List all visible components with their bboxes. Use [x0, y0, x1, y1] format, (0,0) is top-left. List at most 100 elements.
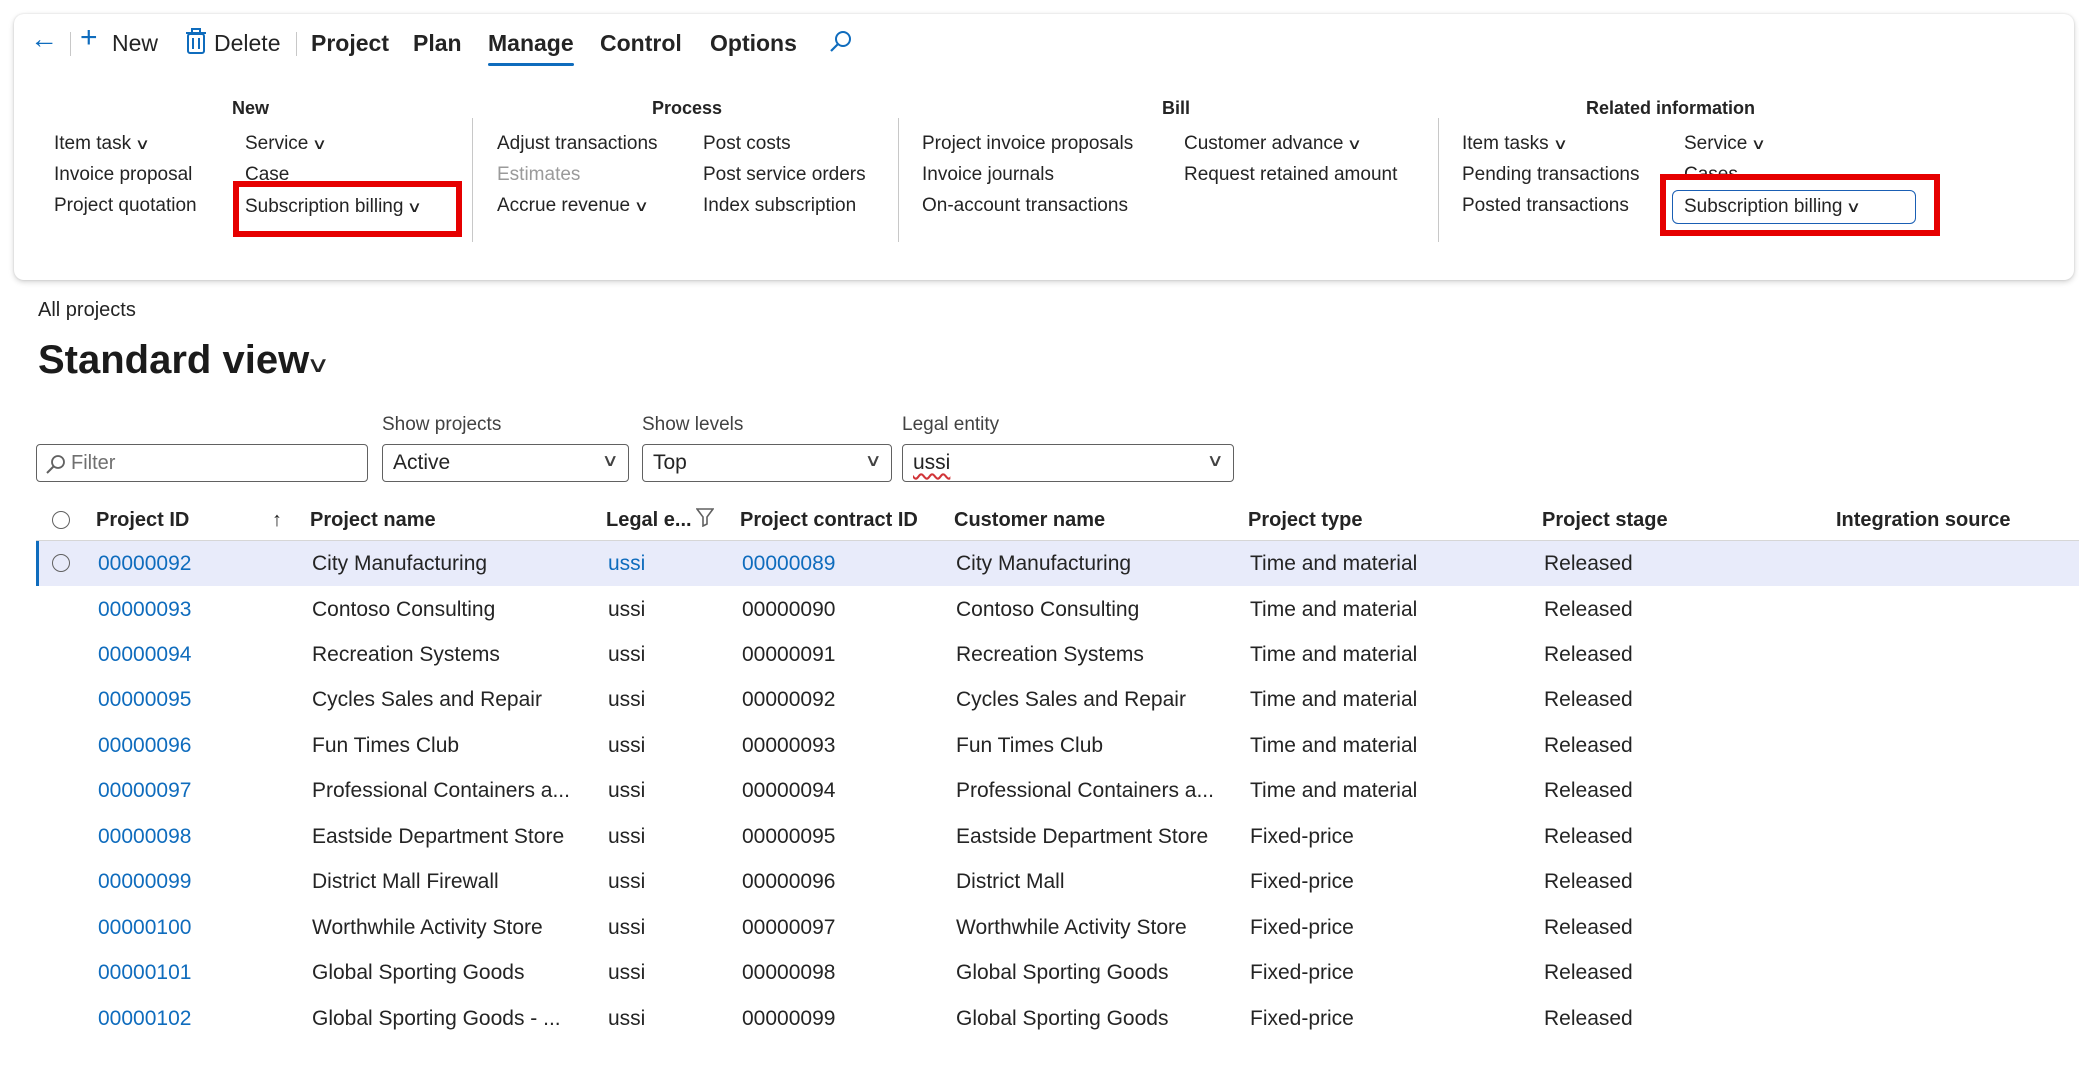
legal-entity-select[interactable]: ussi ∨	[902, 444, 1234, 482]
project-id-link[interactable]: 00000101	[98, 961, 191, 985]
customer-name-cell: Contoso Consulting	[956, 598, 1140, 621]
new-button[interactable]: New	[112, 28, 158, 58]
project-id-link[interactable]: 00000099	[98, 870, 191, 894]
index-subscription-button[interactable]: Index subscription	[703, 193, 856, 219]
column-header-legal-entity[interactable]: Legal e...	[606, 509, 692, 532]
search-icon[interactable]	[828, 29, 854, 62]
tab-project[interactable]: Project	[311, 28, 389, 58]
customer-name-cell: Cycles Sales and Repair	[956, 688, 1186, 711]
chevron-down-icon: ∨	[1347, 136, 1363, 153]
item-task-button[interactable]: Item task ∨	[54, 131, 150, 158]
project-id-link[interactable]: 00000093	[98, 598, 191, 622]
tab-plan[interactable]: Plan	[413, 28, 462, 58]
show-projects-select[interactable]: Active ∨	[382, 444, 629, 482]
project-id-link[interactable]: 00000102	[98, 1007, 191, 1031]
search-icon	[45, 453, 67, 480]
table-row[interactable]: 00000102 Global Sporting Goods - ... uss…	[36, 996, 2079, 1041]
legal-entity-cell: ussi	[608, 688, 646, 711]
project-type-cell: Fixed-price	[1250, 916, 1354, 939]
column-header-project-type[interactable]: Project type	[1248, 509, 1362, 532]
related-service-button[interactable]: Service ∨	[1684, 131, 1767, 158]
table-row[interactable]: 00000101 Global Sporting Goods ussi 0000…	[36, 950, 2079, 995]
contract-id-link[interactable]: 00000089	[742, 552, 835, 576]
contract-id-cell: 00000092	[742, 688, 836, 711]
page-title[interactable]: Standard view	[38, 338, 309, 383]
project-id-link[interactable]: 00000096	[98, 734, 191, 758]
request-retained-amount-button[interactable]: Request retained amount	[1184, 162, 1397, 188]
legal-entity-label: Legal entity	[902, 414, 1000, 435]
group-title-process: Process	[652, 98, 723, 118]
service-button[interactable]: Service ∨	[245, 131, 328, 158]
on-account-transactions-button[interactable]: On-account transactions	[922, 193, 1128, 219]
chevron-down-icon[interactable]: ∨	[306, 352, 330, 378]
select-all-radio[interactable]	[52, 511, 70, 529]
project-id-link[interactable]: 00000092	[98, 552, 191, 576]
project-stage-cell: Released	[1544, 825, 1633, 848]
adjust-transactions-button[interactable]: Adjust transactions	[497, 131, 658, 157]
customer-name-cell: City Manufacturing	[956, 552, 1132, 575]
invoice-proposal-button[interactable]: Invoice proposal	[54, 162, 192, 188]
toolbar-divider	[70, 32, 71, 56]
table-row[interactable]: 00000094 Recreation Systems ussi 0000009…	[36, 632, 2079, 677]
pending-transactions-button[interactable]: Pending transactions	[1462, 162, 1639, 188]
project-id-link[interactable]: 00000094	[98, 643, 191, 667]
plus-icon[interactable]: +	[80, 23, 98, 53]
project-stage-cell: Released	[1544, 688, 1633, 711]
filter-funnel-icon[interactable]	[695, 507, 715, 533]
service-label: Service	[1684, 133, 1748, 154]
contract-id-cell: 00000091	[742, 643, 836, 666]
legal-entity-value: ussi	[913, 451, 951, 474]
back-arrow-icon[interactable]: ←	[30, 24, 58, 54]
delete-button[interactable]: Delete	[214, 28, 280, 58]
project-id-link[interactable]: 00000097	[98, 779, 191, 803]
table-row[interactable]: 00000097 Professional Containers a... us…	[36, 768, 2079, 813]
column-header-contract-id[interactable]: Project contract ID	[740, 509, 918, 532]
table-row[interactable]: 00000099 District Mall Firewall ussi 000…	[36, 859, 2079, 904]
trash-icon[interactable]	[186, 28, 206, 61]
legal-entity-cell: ussi	[608, 734, 646, 757]
project-id-link[interactable]: 00000098	[98, 825, 191, 849]
project-type-cell: Fixed-price	[1250, 961, 1354, 984]
row-select-radio[interactable]	[52, 554, 70, 572]
show-levels-select[interactable]: Top ∨	[642, 444, 892, 482]
column-header-project-id[interactable]: Project ID	[96, 509, 189, 532]
column-header-project-name[interactable]: Project name	[310, 509, 436, 532]
post-service-orders-button[interactable]: Post service orders	[703, 162, 866, 188]
item-tasks-button[interactable]: Item tasks ∨	[1462, 131, 1568, 158]
post-costs-button[interactable]: Post costs	[703, 131, 791, 157]
customer-advance-button[interactable]: Customer advance ∨	[1184, 131, 1363, 158]
project-type-cell: Time and material	[1250, 643, 1418, 666]
project-name-cell: Contoso Consulting	[312, 598, 496, 621]
sort-ascending-icon[interactable]: ↑	[272, 509, 282, 532]
project-name-cell: Global Sporting Goods - ...	[312, 1007, 561, 1030]
table-row[interactable]: 00000092 City Manufacturing ussi 0000008…	[36, 541, 2079, 586]
project-stage-cell: Released	[1544, 643, 1633, 666]
project-stage-cell: Released	[1544, 598, 1633, 621]
legal-entity-link[interactable]: ussi	[608, 552, 645, 576]
tab-options[interactable]: Options	[710, 28, 797, 58]
item-task-label: Item task	[54, 133, 132, 154]
contract-id-cell: 00000090	[742, 598, 836, 621]
table-row[interactable]: 00000093 Contoso Consulting ussi 0000009…	[36, 587, 2079, 632]
project-quotation-button[interactable]: Project quotation	[54, 193, 197, 219]
column-header-customer-name[interactable]: Customer name	[954, 509, 1105, 532]
project-id-link[interactable]: 00000100	[98, 916, 191, 940]
chevron-down-icon: ∨	[312, 136, 328, 153]
table-row[interactable]: 00000100 Worthwhile Activity Store ussi …	[36, 905, 2079, 950]
breadcrumb[interactable]: All projects	[38, 299, 136, 322]
estimates-button[interactable]: Estimates	[497, 162, 580, 188]
column-header-project-stage[interactable]: Project stage	[1542, 509, 1668, 532]
filter-input[interactable]: Filter	[36, 444, 368, 482]
project-invoice-proposals-button[interactable]: Project invoice proposals	[922, 131, 1133, 157]
accrue-revenue-button[interactable]: Accrue revenue ∨	[497, 193, 649, 220]
tab-manage[interactable]: Manage	[488, 28, 574, 66]
table-row[interactable]: 00000096 Fun Times Club ussi 00000093 Fu…	[36, 723, 2079, 768]
project-id-link[interactable]: 00000095	[98, 688, 191, 712]
table-row[interactable]: 00000098 Eastside Department Store ussi …	[36, 814, 2079, 859]
project-name-cell: Global Sporting Goods	[312, 961, 525, 984]
invoice-journals-button[interactable]: Invoice journals	[922, 162, 1054, 188]
table-row[interactable]: 00000095 Cycles Sales and Repair ussi 00…	[36, 677, 2079, 722]
column-header-integration-source[interactable]: Integration source	[1836, 509, 2010, 532]
tab-control[interactable]: Control	[600, 28, 682, 58]
posted-transactions-button[interactable]: Posted transactions	[1462, 193, 1629, 219]
